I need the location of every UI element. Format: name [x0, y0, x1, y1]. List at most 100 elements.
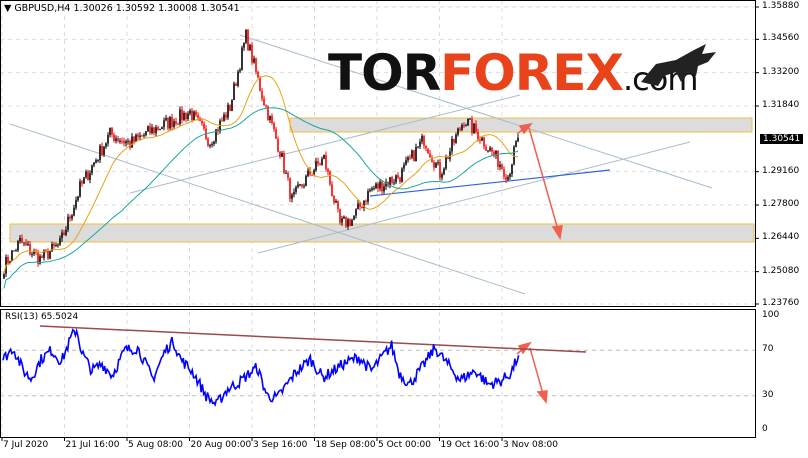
- candle-body: [335, 200, 337, 203]
- candle-body: [323, 154, 325, 159]
- candle-body: [255, 58, 257, 72]
- candle-body: [85, 171, 87, 178]
- candle-body: [333, 195, 335, 203]
- candle-body: [65, 229, 67, 235]
- candle-body: [369, 189, 371, 192]
- candle-body: [509, 174, 511, 177]
- candle-body: [397, 175, 399, 178]
- candle-body: [477, 131, 479, 140]
- candle-body: [233, 83, 235, 100]
- candle-body: [221, 120, 223, 122]
- candle-body: [195, 111, 197, 116]
- candle-body: [83, 177, 85, 184]
- candle-body: [281, 153, 283, 157]
- candle-body: [353, 215, 355, 220]
- forecast-arrows: [516, 122, 563, 404]
- candle-body: [285, 172, 287, 174]
- resistance-zone: [289, 117, 753, 133]
- candle-body: [375, 183, 377, 189]
- price-tick-label: 1.35880: [762, 1, 800, 11]
- candle-body: [355, 209, 357, 216]
- rsi-title: RSI(13) 65.5024: [5, 312, 79, 322]
- candle-body: [93, 162, 95, 166]
- candle-body: [357, 203, 359, 210]
- candle-body: [243, 42, 245, 48]
- time-tick-label: 7 Jul 2020: [3, 440, 49, 450]
- candle-body: [425, 145, 427, 149]
- candle-body: [303, 185, 305, 187]
- time-tick-label: 5 Oct 00:00: [378, 440, 431, 450]
- candle-body: [271, 115, 273, 124]
- candle-body: [307, 170, 309, 176]
- candle-body: [411, 150, 413, 158]
- candle-body: [91, 165, 93, 174]
- candle-body: [107, 135, 109, 144]
- candle-body: [183, 112, 185, 120]
- candle-body: [351, 219, 353, 226]
- candle-body: [53, 243, 55, 246]
- candle-body: [133, 136, 135, 142]
- candle-body: [101, 145, 103, 155]
- candle-body: [273, 123, 275, 130]
- candle-body: [339, 209, 341, 223]
- support-zone: [9, 223, 755, 243]
- time-tick-label: 3 Sep 16:00: [253, 440, 308, 450]
- candle-body: [317, 161, 319, 164]
- candle-body: [241, 47, 243, 70]
- price-tick-label: 1.23760: [762, 298, 800, 308]
- candle-body: [27, 243, 29, 245]
- candle-body: [127, 141, 129, 143]
- candle-body: [251, 44, 253, 63]
- candle-body: [193, 111, 195, 121]
- time-tick-label: 20 Aug 00:00: [190, 440, 252, 450]
- candle-body: [155, 127, 157, 134]
- candle-body: [149, 126, 151, 134]
- candle-body: [475, 123, 477, 132]
- candle-body: [489, 147, 491, 151]
- candle-body: [141, 135, 143, 137]
- candle-body: [479, 139, 481, 141]
- candle-body: [467, 118, 469, 126]
- candle-body: [23, 242, 25, 244]
- candle-body: [191, 110, 193, 121]
- candle-body: [95, 160, 97, 163]
- candle-body: [131, 136, 133, 148]
- candle-body: [295, 186, 297, 192]
- candle-body: [153, 127, 155, 134]
- candle-body: [73, 207, 75, 216]
- rsi-line: [2, 327, 520, 407]
- candle-body: [407, 157, 409, 161]
- candle-body: [485, 146, 487, 151]
- candle-body: [173, 121, 175, 127]
- candle-body: [455, 134, 457, 143]
- candle-body: [15, 250, 17, 252]
- candle-body: [3, 273, 5, 279]
- candle-body: [461, 124, 463, 130]
- candle-body: [511, 164, 513, 175]
- candle-body: [237, 71, 239, 86]
- candle-body: [283, 153, 285, 173]
- candle-body: [179, 109, 181, 124]
- candle-body: [235, 83, 237, 86]
- candle-body: [19, 238, 21, 242]
- candle-body: [515, 141, 517, 147]
- candle-body: [487, 150, 489, 152]
- candle-body: [491, 147, 493, 152]
- candle-body: [137, 134, 139, 137]
- time-tick-label: 5 Aug 08:00: [128, 440, 183, 450]
- candle-body: [99, 145, 101, 161]
- rsi-tick-label: 30: [762, 389, 774, 400]
- candle-body: [405, 160, 407, 165]
- candle-body: [263, 98, 265, 106]
- candle-body: [169, 116, 171, 129]
- candle-body: [403, 164, 405, 169]
- support-trendline: [369, 169, 611, 197]
- chart-window: ▼ GBPUSD,H4 1.30026 1.30592 1.30008 1.30…: [0, 0, 808, 458]
- candle-body: [123, 140, 125, 144]
- candle-body: [457, 128, 459, 135]
- candle-body: [443, 168, 445, 175]
- candle-body: [25, 242, 27, 245]
- candle-body: [391, 177, 393, 183]
- candle-body: [41, 256, 43, 258]
- candle-body: [239, 69, 241, 72]
